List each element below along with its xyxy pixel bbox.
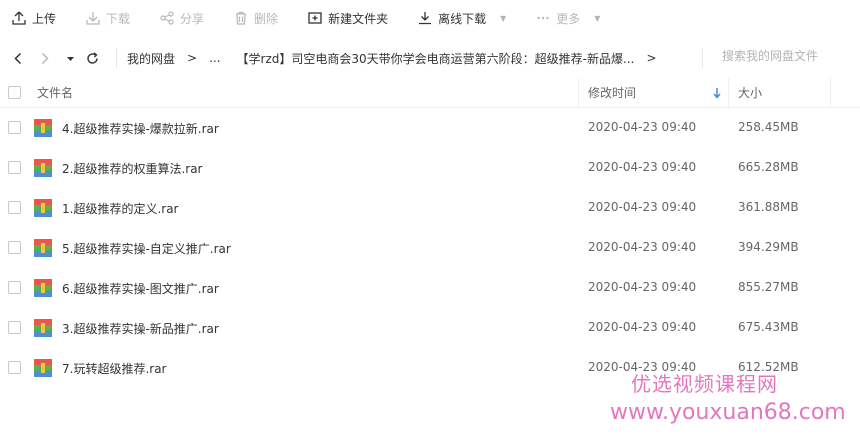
file-size: 258.45MB [738, 120, 799, 134]
offline-download-icon [419, 12, 432, 25]
download-button[interactable]: 下载 [86, 0, 130, 36]
trash-icon [236, 11, 247, 25]
file-time: 2020-04-23 09:40 [588, 160, 697, 174]
file-size: 665.28MB [738, 160, 799, 174]
file-name[interactable]: 4.超级推荐实操-爆款拉新.rar [62, 120, 219, 137]
file-name[interactable]: 5.超级推荐实操-自定义推广.rar [62, 240, 231, 257]
archive-file-icon [34, 119, 52, 137]
search-input[interactable] [722, 49, 852, 63]
share-button[interactable]: 分享 [160, 0, 204, 36]
column-divider[interactable] [830, 78, 831, 108]
toolbar: 上传 下载 分享 删除 新建文件夹 离线下载 ▼ 更多 ▼ [0, 0, 860, 36]
download-icon [86, 12, 100, 25]
sort-down-arrow-icon[interactable] [712, 87, 722, 99]
archive-file-icon [34, 199, 52, 217]
history-dropdown[interactable] [62, 50, 78, 66]
back-button[interactable] [10, 50, 26, 66]
refresh-button[interactable] [84, 50, 100, 66]
file-name[interactable]: 3.超级推荐实操-新品推广.rar [62, 320, 219, 337]
chevron-down-icon[interactable]: ▼ [500, 14, 506, 23]
upload-label: 上传 [32, 11, 57, 26]
table-row[interactable]: 1.超级推荐的定义.rar 2020-04-23 09:40 361.88MB [0, 188, 860, 228]
divider [116, 48, 117, 68]
share-icon [160, 11, 174, 25]
column-header-time[interactable]: 修改时间 [588, 84, 636, 101]
delete-button[interactable]: 删除 [234, 0, 278, 36]
chevron-left-icon [13, 52, 21, 64]
file-time: 2020-04-23 09:40 [588, 280, 697, 294]
chevron-down-icon[interactable]: ▼ [594, 14, 600, 23]
file-name[interactable]: 2.超级推荐的权重算法.rar [62, 160, 203, 177]
file-time: 2020-04-23 09:40 [588, 120, 697, 134]
file-size: 675.43MB [738, 320, 799, 334]
archive-file-icon [34, 279, 52, 297]
row-checkbox[interactable] [8, 321, 21, 334]
offline-download-label: 离线下载 [438, 11, 487, 26]
file-size: 394.29MB [738, 240, 799, 254]
breadcrumb-ellipsis[interactable]: ... [209, 51, 220, 65]
watermark-url: www.youxuan68.com [610, 400, 846, 425]
row-checkbox[interactable] [8, 121, 21, 134]
breadcrumb-separator: > [646, 51, 657, 65]
more-label: 更多 [556, 11, 581, 26]
select-all-checkbox[interactable] [8, 86, 21, 99]
archive-file-icon [34, 319, 52, 337]
download-label: 下载 [106, 11, 131, 26]
table-row[interactable]: 5.超级推荐实操-自定义推广.rar 2020-04-23 09:40 394.… [0, 228, 860, 268]
new-folder-button[interactable]: 新建文件夹 [308, 0, 388, 36]
file-time: 2020-04-23 09:40 [588, 200, 697, 214]
offline-download-button[interactable]: 离线下载 ▼ [418, 0, 506, 36]
refresh-icon [86, 51, 98, 64]
upload-button[interactable]: 上传 [12, 0, 56, 36]
column-divider[interactable] [728, 78, 729, 108]
column-header-name[interactable]: 文件名 [37, 84, 73, 101]
breadcrumb-current: 【学rzd】司空电商会30天带你学会电商运营第六阶段：超级推荐-新品爆... [236, 51, 635, 66]
breadcrumb-separator: > [187, 51, 198, 65]
file-time: 2020-04-23 09:40 [588, 320, 697, 334]
file-time: 2020-04-23 09:40 [588, 240, 697, 254]
table-row[interactable]: 6.超级推荐实操-图文推广.rar 2020-04-23 09:40 855.2… [0, 268, 860, 308]
file-name[interactable]: 6.超级推荐实操-图文推广.rar [62, 280, 219, 297]
file-name[interactable]: 1.超级推荐的定义.rar [62, 200, 179, 217]
column-divider[interactable] [578, 78, 579, 108]
upload-icon [12, 11, 26, 25]
file-name[interactable]: 7.玩转超级推荐.rar [62, 360, 167, 377]
delete-label: 删除 [254, 11, 279, 26]
table-header: 文件名 修改时间 大小 [0, 78, 860, 108]
more-button[interactable]: 更多 ▼ [536, 0, 600, 36]
new-folder-icon [308, 12, 322, 24]
row-checkbox[interactable] [8, 361, 21, 374]
file-size: 361.88MB [738, 200, 799, 214]
forward-button[interactable] [36, 50, 52, 66]
more-dots-icon [537, 16, 549, 20]
table-row[interactable]: 3.超级推荐实操-新品推广.rar 2020-04-23 09:40 675.4… [0, 308, 860, 348]
navigation-bar: 我的网盘 > ... 【学rzd】司空电商会30天带你学会电商运营第六阶段：超级… [0, 40, 860, 76]
watermark-title: 优选视频课程网 [631, 372, 778, 396]
caret-down-icon [66, 56, 74, 61]
chevron-right-icon [41, 52, 49, 64]
new-folder-label: 新建文件夹 [328, 11, 389, 26]
column-header-size[interactable]: 大小 [738, 84, 762, 101]
row-checkbox[interactable] [8, 241, 21, 254]
breadcrumb-root[interactable]: 我的网盘 [127, 50, 175, 67]
table-row[interactable]: 2.超级推荐的权重算法.rar 2020-04-23 09:40 665.28M… [0, 148, 860, 188]
archive-file-icon [34, 359, 52, 377]
file-list: 4.超级推荐实操-爆款拉新.rar 2020-04-23 09:40 258.4… [0, 108, 860, 388]
share-label: 分享 [180, 11, 205, 26]
row-checkbox[interactable] [8, 201, 21, 214]
archive-file-icon [34, 159, 52, 177]
divider [702, 48, 703, 68]
table-row[interactable]: 4.超级推荐实操-爆款拉新.rar 2020-04-23 09:40 258.4… [0, 108, 860, 148]
row-checkbox[interactable] [8, 281, 21, 294]
row-checkbox[interactable] [8, 161, 21, 174]
archive-file-icon [34, 239, 52, 257]
file-size: 855.27MB [738, 280, 799, 294]
breadcrumb: 我的网盘 > ... 【学rzd】司空电商会30天带你学会电商运营第六阶段：超级… [127, 50, 669, 67]
